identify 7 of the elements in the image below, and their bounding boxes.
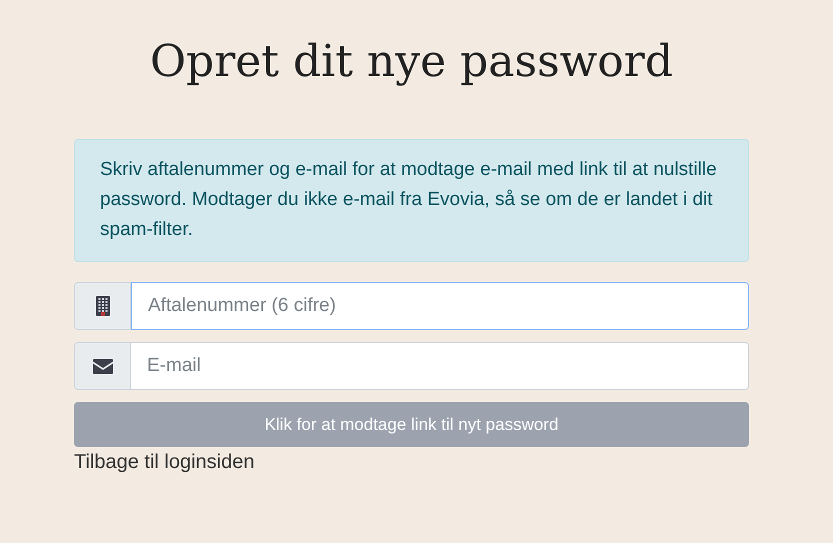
input-field[interactable]: Aftalenummer (6 cifre) — [131, 282, 749, 330]
page-title: Opret dit nye password — [148, 35, 674, 89]
envelope-icon — [92, 358, 112, 374]
building-icon — [96, 296, 110, 316]
input-field[interactable]: E-mail — [131, 342, 749, 390]
info-alert: Skriv aftalenummer og e-mail for at modtage e-mail med link til at nulstille password. Modtager du ikke e-mail fra Evovia, så se om de er landet i dit spam-filter. — [74, 139, 749, 262]
back-link[interactable]: Tilbage til loginsiden — [74, 447, 254, 477]
